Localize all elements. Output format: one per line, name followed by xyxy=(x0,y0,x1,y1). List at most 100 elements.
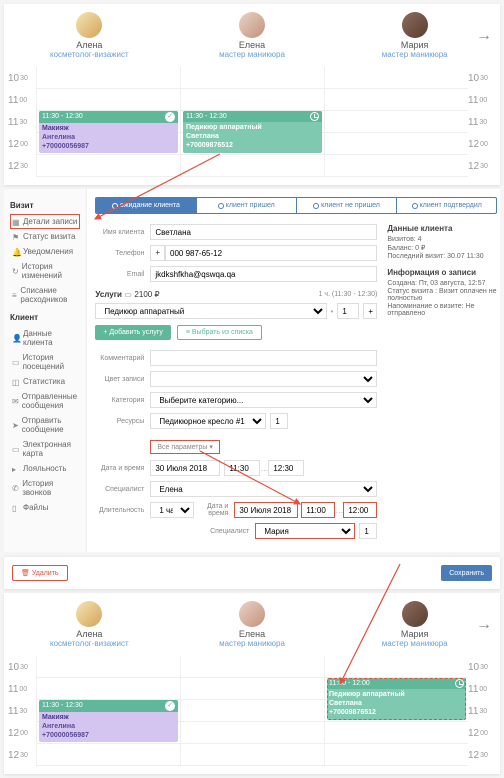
sidebar-item-ecard[interactable]: ▭Электронная карта xyxy=(10,437,80,461)
input-qty[interactable] xyxy=(337,303,359,319)
label-datetime2: Дата и время xyxy=(194,503,234,517)
input-phone[interactable] xyxy=(165,245,377,261)
input-date[interactable] xyxy=(150,460,220,476)
sidebar-item-status[interactable]: ⚑Статус визита xyxy=(10,229,80,244)
sidebar-item-clientdata[interactable]: 👤Данные клиента xyxy=(10,326,80,350)
staff-role: мастер маникюра xyxy=(171,50,334,59)
tab-noshow[interactable]: клиент не пришел xyxy=(297,198,397,213)
qty-plus[interactable]: + xyxy=(363,303,377,319)
next-arrow-icon[interactable]: → xyxy=(476,27,492,45)
sidebar-item-visits[interactable]: ▭История посещений xyxy=(10,350,80,374)
resource-qty[interactable] xyxy=(270,413,288,429)
appt-time: 11:30 - 12:30 xyxy=(42,112,83,121)
client-lastvisit: Последний визит: 30.07 11:30 xyxy=(387,253,497,260)
sidebar-label: История звонков xyxy=(22,479,78,497)
modal-main: ожидание клиента клиент пришел клиент не… xyxy=(87,189,504,552)
envelope-icon: ✉ xyxy=(12,397,19,405)
sidebar-label: История посещений xyxy=(23,353,79,371)
save-button[interactable]: Сохранить xyxy=(441,565,492,581)
tab-arrived[interactable]: клиент пришел xyxy=(197,198,297,213)
check-icon: ✓ xyxy=(165,112,175,122)
modal-footer: 🗑 Удалить Сохранить xyxy=(4,556,500,589)
client-visits: Визитов: 4 xyxy=(387,236,497,243)
tab-confirmed[interactable]: клиент подтвердил xyxy=(397,198,496,213)
input-email[interactable] xyxy=(150,266,377,282)
input-time2-to[interactable] xyxy=(343,502,377,518)
sidebar-item-expense[interactable]: ≡Списание расходников xyxy=(10,283,80,307)
label-name: Имя клиента xyxy=(95,229,150,236)
label-specialist2: Специалист xyxy=(205,528,255,535)
sidebar-label: Электронная карта xyxy=(23,440,79,458)
all-params-toggle[interactable]: Все параметры ▾ xyxy=(150,440,220,454)
sidebar-label: Данные клиента xyxy=(23,329,78,347)
send-icon: ➤ xyxy=(12,421,19,429)
sidebar-item-calls[interactable]: ✆История звонков xyxy=(10,476,80,500)
input-comment[interactable] xyxy=(150,350,377,366)
sidebar-item-loyalty[interactable]: ▸Лояльность xyxy=(10,461,80,476)
staff-name: Елена xyxy=(171,629,334,639)
sidebar-section-visit: Визит xyxy=(10,201,80,210)
record-status: Статус визита : Визит оплачен не полност… xyxy=(387,288,497,302)
delete-button[interactable]: 🗑 Удалить xyxy=(12,565,68,581)
select-resource[interactable]: Педикюрное кресло #1 xyxy=(150,413,266,429)
sidebar-item-notif[interactable]: 🔔Уведомления xyxy=(10,244,80,259)
staff-header-bottom: Аленакосметолог-визажист Еленамастер ман… xyxy=(4,593,500,656)
card-icon: ▭ xyxy=(12,445,20,453)
grid-col-maria[interactable] xyxy=(324,67,468,177)
appt-service: Макияж xyxy=(42,124,175,133)
input-date2[interactable] xyxy=(234,502,298,518)
select-service[interactable]: Педикюр аппаратный xyxy=(95,303,326,319)
grid-col-elena[interactable] xyxy=(180,656,324,766)
grid-col-alena[interactable]: 11:30 - 12:30✓ Макияж Ангелина +70000056… xyxy=(36,67,180,177)
sidebar-label: Лояльность xyxy=(23,464,67,473)
time-axis-right: 1030 1100 1130 1200 1230 xyxy=(468,656,496,766)
add-service-button[interactable]: + Добавить услугу xyxy=(95,325,171,340)
sidebar-label: Статус визита xyxy=(23,232,75,241)
next-arrow-icon[interactable]: → xyxy=(476,616,492,634)
input-time-from[interactable] xyxy=(224,460,260,476)
clock-icon xyxy=(310,112,319,121)
grid-col-elena[interactable]: 11:30 - 12:30 Педикюр аппаратный Светлан… xyxy=(180,67,324,177)
grid-col-maria[interactable]: 11:00 - 12:00 Педикюр аппаратный Светлан… xyxy=(324,656,468,766)
tab-waiting[interactable]: ожидание клиента xyxy=(96,198,196,213)
input-time-to[interactable] xyxy=(268,460,304,476)
sidebar-label: Статистика xyxy=(23,377,65,386)
avatar xyxy=(402,12,428,38)
sidebar-item-sent[interactable]: ✉Отправленные сообщения xyxy=(10,389,80,413)
label-resource: Ресурсы xyxy=(95,418,150,425)
record-info-title: Информация о записи xyxy=(387,268,497,277)
select-category[interactable]: Выберите категорию... xyxy=(150,392,377,408)
select-duration[interactable]: 1 час xyxy=(150,502,194,518)
select-color[interactable] xyxy=(150,371,377,387)
sidebar-item-send[interactable]: ➤Отправить сообщение xyxy=(10,413,80,437)
staff-name: Алена xyxy=(8,629,171,639)
staff-name: Мария xyxy=(333,629,496,639)
select-specialist[interactable]: Елена xyxy=(150,481,377,497)
phone-prefix[interactable]: + xyxy=(150,245,165,261)
staff-role: косметолог-визажист xyxy=(8,50,171,59)
specialist2-qty[interactable] xyxy=(359,523,377,539)
dot-icon xyxy=(313,203,319,209)
client-info-panel: Данные клиента Визитов: 4 Баланс: 0 ₽ По… xyxy=(387,224,497,544)
tab-label: клиент подтвердил xyxy=(420,202,482,209)
client-balance: Баланс: 0 ₽ xyxy=(387,244,497,252)
label-phone: Телефон xyxy=(95,250,150,257)
staff-name: Мария xyxy=(333,40,496,50)
book-icon: ▭ xyxy=(12,358,20,366)
input-time2-from[interactable] xyxy=(301,502,335,518)
sidebar-item-files[interactable]: ▯Файлы xyxy=(10,500,80,515)
staff-role: косметолог-визажист xyxy=(8,639,171,648)
sidebar-item-details[interactable]: ▦Детали записи xyxy=(10,214,80,229)
sidebar-item-stats[interactable]: ◫Статистика xyxy=(10,374,80,389)
sidebar-item-history[interactable]: ↻История изменений xyxy=(10,259,80,283)
flag-icon: ⚑ xyxy=(12,233,20,241)
dot-icon xyxy=(112,203,118,209)
staff-header: Алена косметолог-визажист Елена мастер м… xyxy=(4,4,500,67)
grid-col-alena[interactable]: 11:30 - 12:30✓ Макияж Ангелина +70000056… xyxy=(36,656,180,766)
label-specialist: Специалист xyxy=(95,486,150,493)
input-name[interactable] xyxy=(150,224,377,240)
from-list-button[interactable]: ≡ Выбрать из списка xyxy=(177,325,262,340)
client-info-title: Данные клиента xyxy=(387,224,497,233)
select-specialist2[interactable]: Мария xyxy=(255,523,355,539)
staff-col-2: Елена мастер маникюра xyxy=(171,12,334,59)
